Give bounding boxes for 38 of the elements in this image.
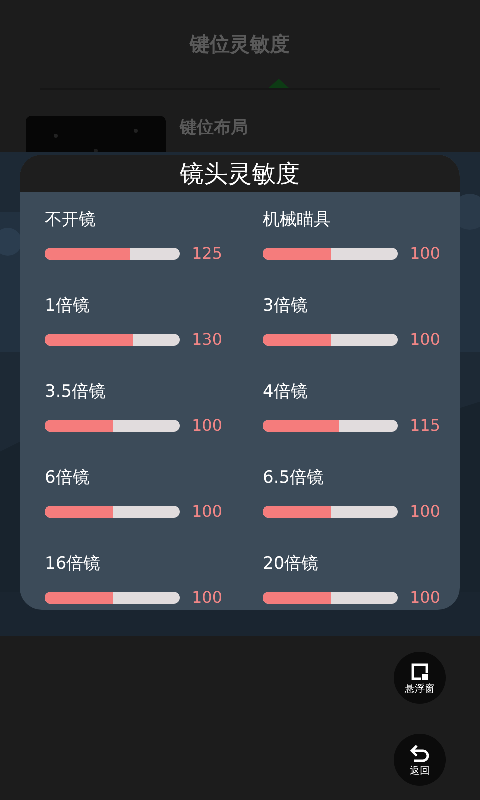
dialog-title: 镜头灵敏度 xyxy=(180,158,300,190)
slider-value: 115 xyxy=(410,415,441,437)
item-title: 键位布局 xyxy=(180,117,248,140)
tab-indicator xyxy=(269,79,289,88)
setting-label: 3.5倍镜 xyxy=(45,381,106,403)
setting-label: 1倍镜 xyxy=(45,295,90,317)
slider-value: 100 xyxy=(410,243,441,265)
slider-track[interactable] xyxy=(45,506,180,518)
slider-track[interactable] xyxy=(263,334,398,346)
slider-value: 100 xyxy=(192,587,223,609)
page-title: 键位灵敏度 xyxy=(190,31,290,58)
slider-track[interactable] xyxy=(263,248,398,260)
setting-label: 20倍镜 xyxy=(263,553,319,575)
slider-track[interactable] xyxy=(45,334,180,346)
slider-value: 125 xyxy=(192,243,223,265)
slider-track[interactable] xyxy=(45,248,180,260)
slider-track[interactable] xyxy=(263,592,398,604)
slider-value: 130 xyxy=(192,329,223,351)
slider-track[interactable] xyxy=(45,420,180,432)
back-button[interactable]: 返回 xyxy=(394,734,446,786)
setting-label: 6倍镜 xyxy=(45,467,90,489)
back-icon xyxy=(409,744,431,764)
slider-value: 100 xyxy=(192,415,223,437)
slider-value: 100 xyxy=(192,501,223,523)
setting-label: 4倍镜 xyxy=(263,381,308,403)
slider-track[interactable] xyxy=(263,420,398,432)
slider-track[interactable] xyxy=(263,506,398,518)
setting-label: 6.5倍镜 xyxy=(263,467,324,489)
setting-label: 16倍镜 xyxy=(45,553,101,575)
window-icon xyxy=(410,662,430,682)
setting-label: 机械瞄具 xyxy=(263,209,331,231)
slider-track[interactable] xyxy=(45,592,180,604)
setting-label: 3倍镜 xyxy=(263,295,308,317)
slider-value: 100 xyxy=(410,501,441,523)
floating-window-button[interactable]: 悬浮窗 xyxy=(394,652,446,704)
setting-label: 不开镜 xyxy=(45,209,96,231)
slider-value: 100 xyxy=(410,587,441,609)
slider-value: 100 xyxy=(410,329,441,351)
